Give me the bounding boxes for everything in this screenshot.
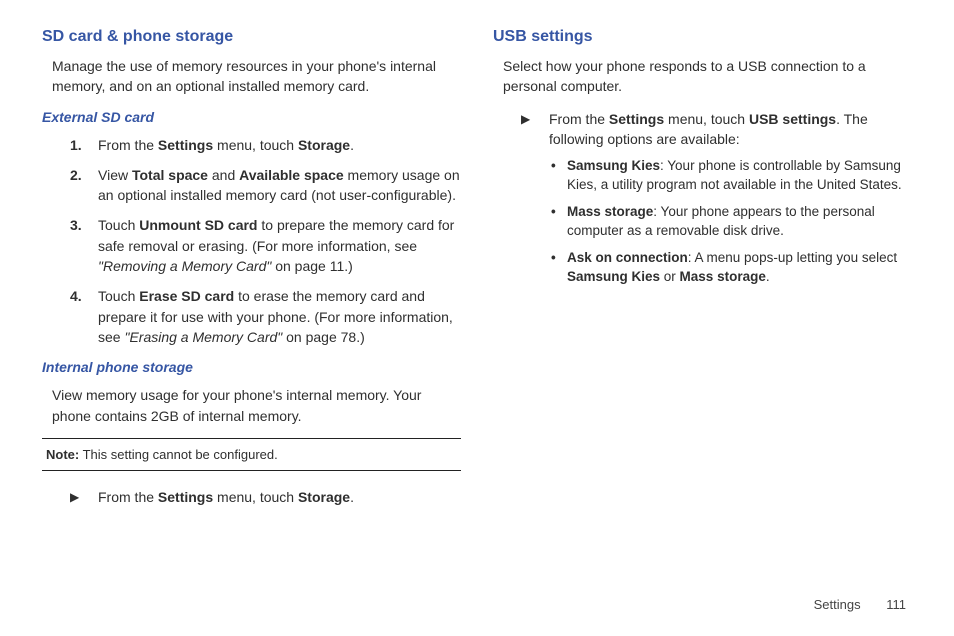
list-body: Mass storage: Your phone appears to the …: [567, 203, 912, 241]
note-box: Note: This setting cannot be configured.: [42, 439, 461, 470]
intro-sd-card: Manage the use of memory resources in yo…: [52, 56, 461, 97]
step-2: 2. View Total space and Available space …: [70, 165, 461, 206]
step-body: Touch Erase SD card to erase the memory …: [98, 286, 461, 347]
footer-page-number: 111: [886, 597, 906, 612]
step-4: 4. Touch Erase SD card to erase the memo…: [70, 286, 461, 347]
step-body: From the Settings menu, touch Storage.: [98, 135, 461, 155]
subheading-internal-storage: Internal phone storage: [42, 359, 461, 375]
arrow-body: From the Settings menu, touch USB settin…: [549, 109, 912, 295]
step-body: Touch Unmount SD card to prepare the mem…: [98, 215, 461, 276]
page-columns: SD card & phone storage Manage the use o…: [42, 28, 912, 517]
arrow-icon: ▶: [70, 487, 98, 507]
heading-sd-card: SD card & phone storage: [42, 28, 461, 46]
step-number: 2.: [70, 165, 98, 206]
bullet-icon: •: [551, 157, 567, 195]
right-column: USB settings Select how your phone respo…: [493, 28, 912, 517]
step-number: 1.: [70, 135, 98, 155]
list-item: • Samsung Kies: Your phone is controllab…: [551, 157, 912, 195]
arrow-body: From the Settings menu, touch Storage.: [98, 487, 461, 507]
list-item: • Ask on connection: A menu pops-up lett…: [551, 249, 912, 287]
arrow-step-storage: ▶ From the Settings menu, touch Storage.: [70, 487, 461, 507]
bullet-icon: •: [551, 249, 567, 287]
step-number: 3.: [70, 215, 98, 276]
intro-internal-storage: View memory usage for your phone's inter…: [52, 385, 461, 426]
list-item: • Mass storage: Your phone appears to th…: [551, 203, 912, 241]
step-1: 1. From the Settings menu, touch Storage…: [70, 135, 461, 155]
list-body: Samsung Kies: Your phone is controllable…: [567, 157, 912, 195]
subheading-external-sd: External SD card: [42, 109, 461, 125]
bullet-icon: •: [551, 203, 567, 241]
page-footer: Settings 111: [814, 597, 906, 612]
left-column: SD card & phone storage Manage the use o…: [42, 28, 461, 517]
external-sd-steps: 1. From the Settings menu, touch Storage…: [70, 135, 461, 348]
footer-section: Settings: [814, 597, 861, 612]
note-rule-bottom: [42, 470, 461, 471]
intro-usb-settings: Select how your phone responds to a USB …: [503, 56, 912, 97]
list-body: Ask on connection: A menu pops-up lettin…: [567, 249, 912, 287]
heading-usb-settings: USB settings: [493, 28, 912, 46]
usb-options-list: • Samsung Kies: Your phone is controllab…: [551, 157, 912, 286]
note-label: Note:: [46, 447, 79, 462]
step-3: 3. Touch Unmount SD card to prepare the …: [70, 215, 461, 276]
step-body: View Total space and Available space mem…: [98, 165, 461, 206]
arrow-step-usb: ▶ From the Settings menu, touch USB sett…: [521, 109, 912, 295]
arrow-icon: ▶: [521, 109, 549, 295]
step-number: 4.: [70, 286, 98, 347]
note-text: This setting cannot be configured.: [79, 447, 278, 462]
